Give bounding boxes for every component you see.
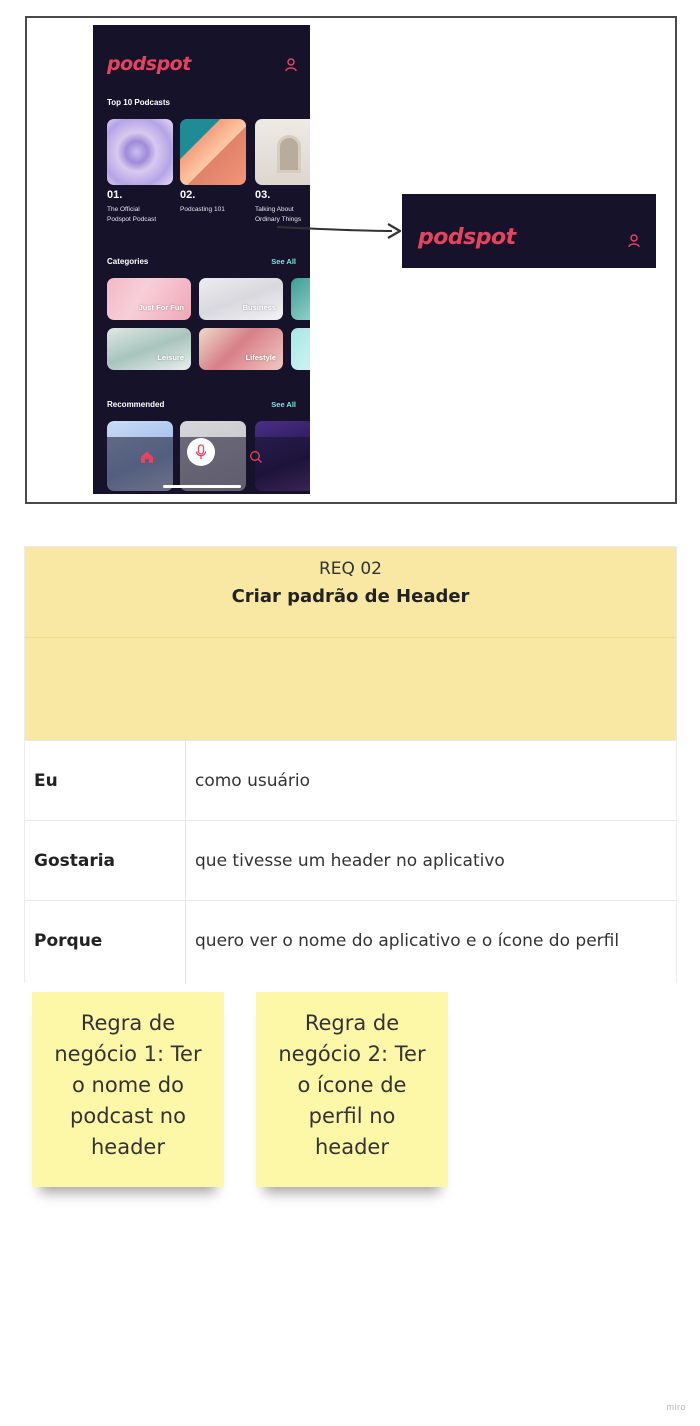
requirement-id: REQ 02 bbox=[319, 559, 382, 579]
category-card-partial-2[interactable] bbox=[291, 328, 310, 370]
sticky-note-text: Regra de negócio 1: Ter o nome do podcast n… bbox=[54, 1011, 202, 1159]
watermark: miro bbox=[666, 1402, 686, 1412]
recommended-see-all-link[interactable]: See All bbox=[271, 400, 296, 409]
header-preview: podspot bbox=[402, 194, 656, 268]
story-row-eu: Eu como usuário bbox=[25, 740, 676, 821]
category-lifestyle[interactable]: Lifestyle bbox=[199, 328, 283, 370]
divider bbox=[185, 741, 186, 821]
recommended-heading: Recommended bbox=[107, 400, 165, 409]
sticky-note-text: Regra de negócio 2: Ter o ícone de perfil n… bbox=[278, 1011, 426, 1159]
sticky-note-rule-1[interactable]: Regra de negócio 1: Ter o nome do podcast n… bbox=[32, 992, 224, 1187]
home-indicator bbox=[163, 485, 241, 488]
row-value: como usuário bbox=[195, 770, 311, 791]
category-leisure[interactable]: Leisure bbox=[107, 328, 191, 370]
home-icon[interactable] bbox=[140, 450, 154, 464]
row-key: Gostaria bbox=[34, 850, 116, 871]
row-key: Porque bbox=[34, 930, 103, 951]
header-preview-logo: podspot bbox=[418, 225, 516, 250]
divider bbox=[185, 901, 186, 984]
divider bbox=[185, 821, 186, 901]
divider bbox=[25, 637, 676, 638]
story-row-porque: Porque quero ver o nome do aplicativo e … bbox=[25, 900, 676, 984]
microphone-icon bbox=[195, 444, 207, 459]
row-value: quero ver o nome do aplicativo e o ícone… bbox=[195, 930, 620, 951]
row-value: que tivesse um header no aplicativo bbox=[195, 850, 505, 871]
story-row-gostaria: Gostaria que tivesse um header no aplica… bbox=[25, 820, 676, 901]
requirement-header: REQ 02 Criar padrão de Header bbox=[25, 547, 676, 740]
user-icon[interactable] bbox=[628, 234, 640, 248]
requirement-title: Criar padrão de Header bbox=[231, 586, 470, 607]
sticky-note-rule-2[interactable]: Regra de negócio 2: Ter o ícone de perfil n… bbox=[256, 992, 448, 1187]
row-key: Eu bbox=[34, 770, 58, 791]
requirement-card: REQ 02 Criar padrão de Header Eu como us… bbox=[24, 546, 677, 984]
search-icon[interactable] bbox=[249, 450, 263, 464]
